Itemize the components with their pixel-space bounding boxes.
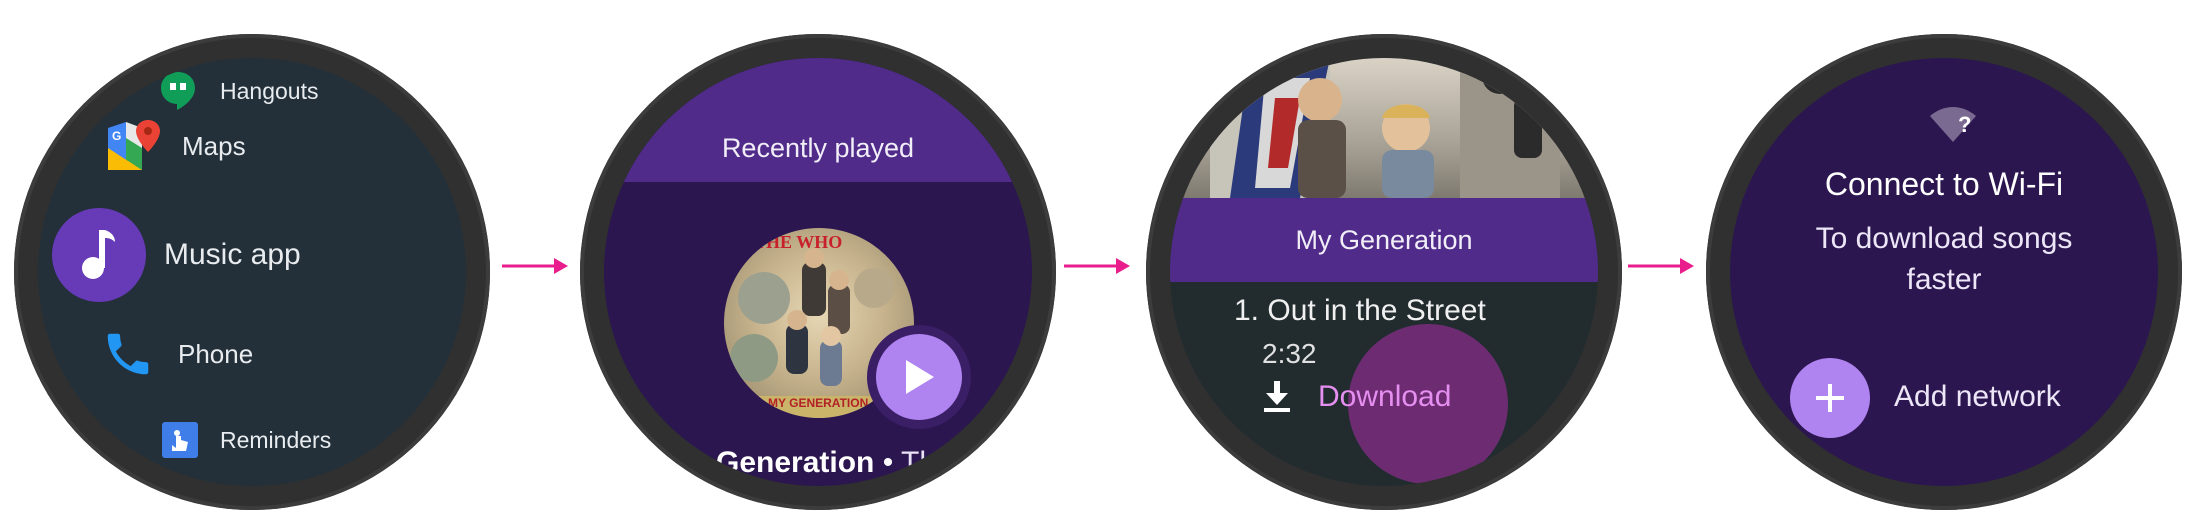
flow-arrow-icon [502, 258, 568, 274]
album-header: My Generation [1170, 198, 1598, 282]
app-label: Reminders [220, 426, 332, 453]
app-label: Music app [164, 238, 301, 271]
play-icon [906, 360, 934, 394]
header-title: Recently played [721, 132, 915, 163]
download-button[interactable]: Download [1262, 380, 1451, 414]
phone-icon [100, 326, 156, 382]
title-separator: • [874, 446, 902, 479]
plus-icon [1816, 384, 1844, 412]
app-label: Maps [182, 130, 246, 161]
album-cover-footer: MY GENERATION [768, 396, 869, 410]
now-playing-title: My Generation • The Who [666, 446, 1023, 480]
band-photo [1170, 58, 1598, 198]
watch-album-detail: My Generation 1. Out in the Street 2:32 … [1146, 34, 1622, 510]
svg-text:G: G [112, 129, 121, 143]
watch-recently-played: Recently played THE WHO MY GENERATION My… [580, 34, 1056, 510]
download-icon [1264, 381, 1290, 412]
flow-arrow-icon [1064, 258, 1130, 274]
app-item-hangouts[interactable]: Hangouts [158, 71, 318, 111]
app-label: Phone [178, 338, 254, 369]
wifi-title: Connect to Wi-Fi [1824, 166, 2064, 202]
svg-text:?: ? [1958, 112, 1971, 137]
app-item-maps[interactable]: G Maps [104, 118, 246, 174]
album-detail-screen: My Generation 1. Out in the Street 2:32 … [1170, 58, 1598, 486]
add-network-label[interactable]: Add network [1894, 380, 2061, 414]
app-label: Hangouts [220, 77, 319, 104]
connect-wifi-screen: ? Connect to Wi-Fi To download songs fas… [1730, 58, 2158, 486]
album-cover-label: THE WHO [754, 232, 843, 252]
download-label: Download [1318, 380, 1452, 413]
app-item-music[interactable]: Music app [52, 208, 301, 302]
wifi-unknown-icon: ? [1930, 107, 1976, 142]
hangouts-icon [158, 71, 198, 111]
artist-name: The Who [901, 446, 1023, 479]
watch-launcher: Hangouts G Maps Music app Phone Reminder… [14, 34, 490, 510]
watch-connect-wifi: ? Connect to Wi-Fi To download songs fas… [1706, 34, 2182, 510]
launcher-screen: Hangouts G Maps Music app Phone Reminder… [38, 58, 466, 486]
track-title[interactable]: 1. Out in the Street [1234, 294, 1486, 328]
maps-icon: G [104, 118, 160, 174]
album-title: My Generation [666, 446, 875, 479]
add-network-button[interactable] [1790, 358, 1870, 438]
reminders-icon [160, 420, 200, 460]
flow-arrow-icon [1628, 258, 1694, 274]
play-button[interactable] [876, 334, 962, 420]
wifi-subtitle: To download songs faster [1815, 222, 2073, 296]
album-header-title: My Generation [1295, 224, 1473, 255]
app-item-phone[interactable]: Phone [100, 326, 253, 382]
recently-played-header: Recently played [604, 58, 1032, 182]
track-duration: 2:32 [1262, 338, 1317, 369]
recently-played-screen: Recently played THE WHO MY GENERATION My… [604, 58, 1032, 486]
music-note-icon [52, 208, 146, 302]
app-item-reminders[interactable]: Reminders [160, 420, 331, 460]
